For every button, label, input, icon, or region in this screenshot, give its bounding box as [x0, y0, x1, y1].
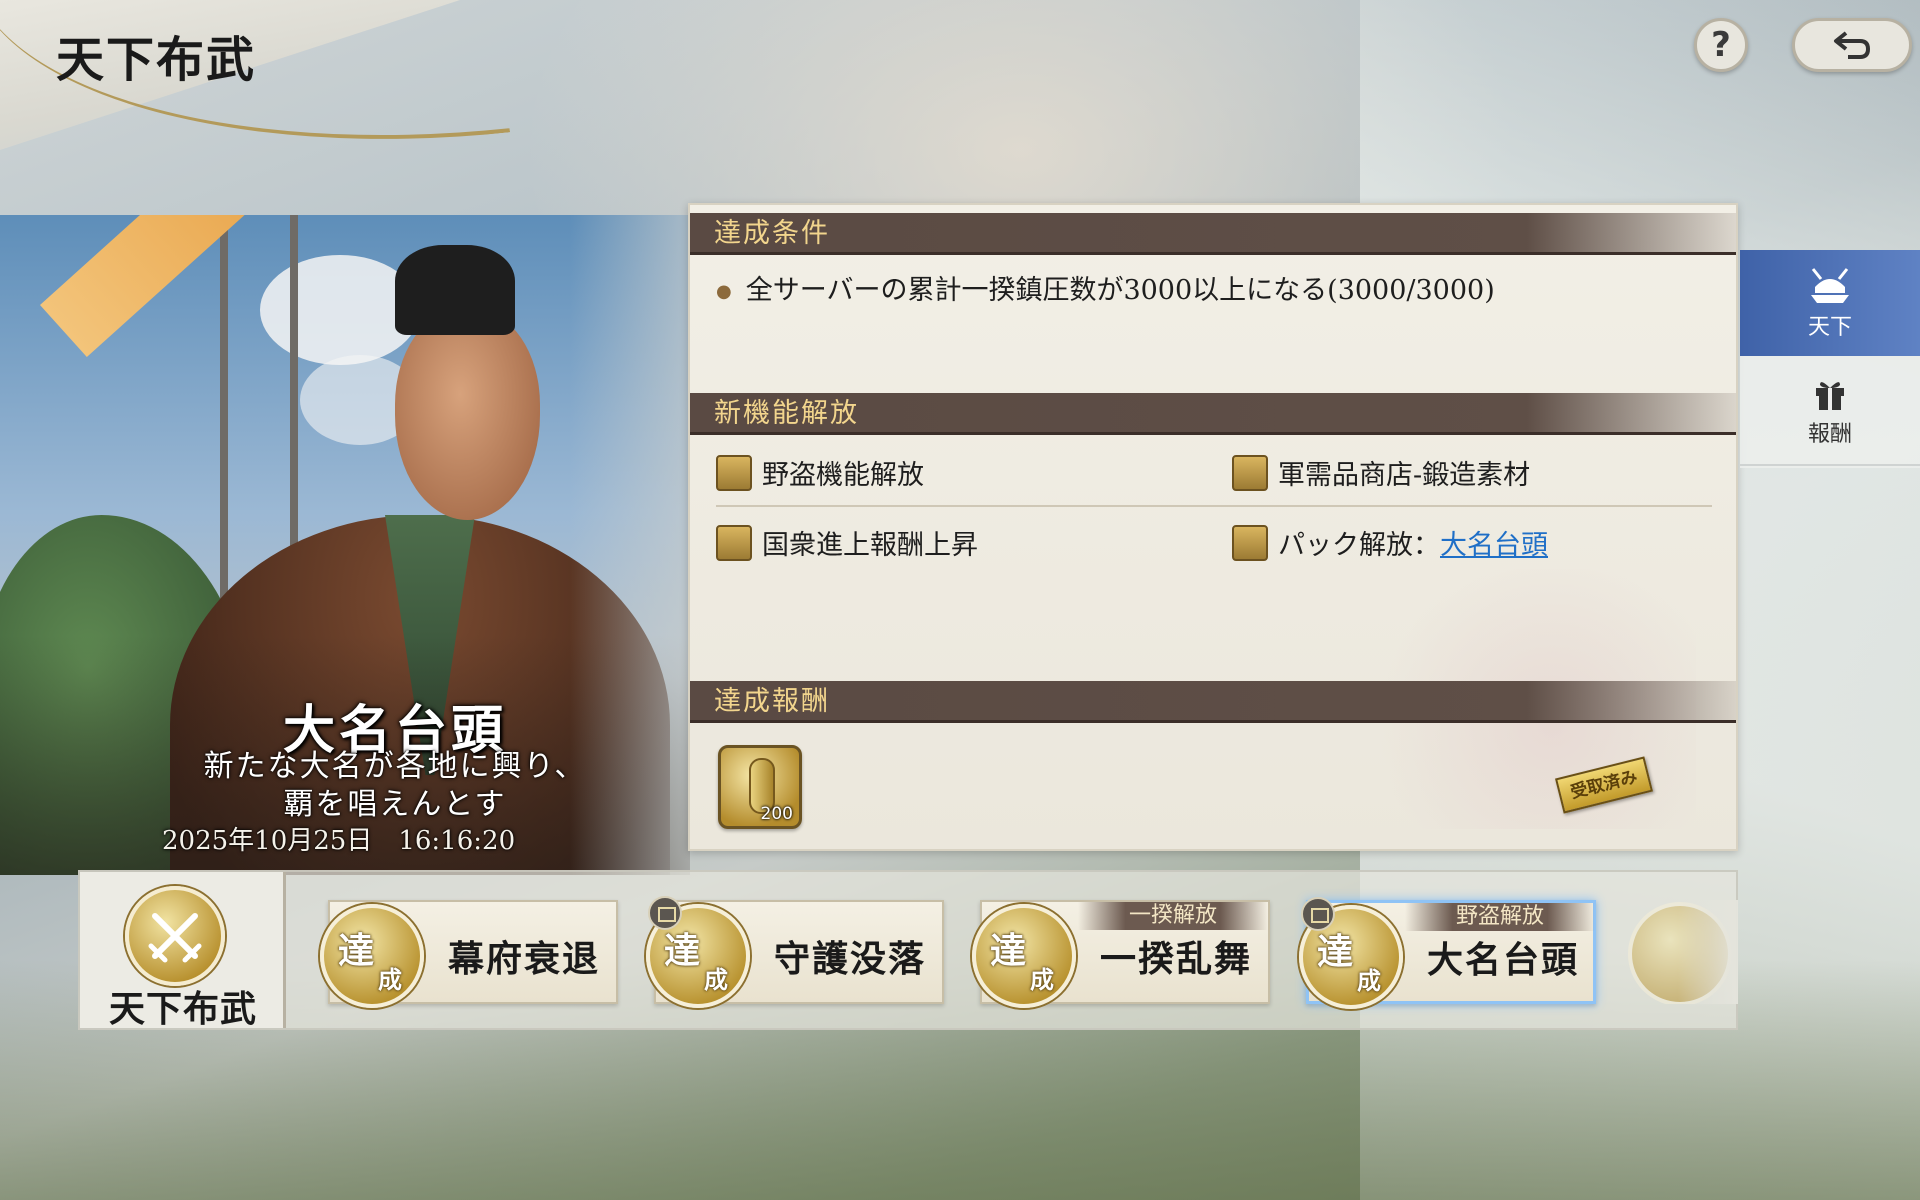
stage-tag: 一揆解放 [1078, 902, 1268, 930]
tab-reward[interactable]: 報酬 [1740, 360, 1920, 466]
condition-line: ● 全サーバーの累計一揆鎮圧数が3000以上になる(3000/3000) [716, 268, 1495, 307]
stage-bar: 天下布武 達 成 幕府衰退 達 成 守護没落 一揆解放 達 成 一揆乱舞 野盗解… [78, 870, 1738, 1030]
pack-icon [1301, 897, 1335, 931]
condition-header: 達成条件 [690, 213, 1736, 255]
badge-top: 達 [1317, 931, 1354, 973]
badge-top: 達 [990, 930, 1027, 972]
stage-card[interactable]: 一揆解放 達 成 一揆乱舞 [972, 900, 1270, 1008]
kabuto-icon [1811, 268, 1849, 303]
feature-item: 軍需品商店-鍛造素材 [1232, 453, 1530, 492]
badge-bottom: 成 [704, 965, 728, 994]
achievement-panel: 達成条件 ● 全サーバーの累計一揆鎮圧数が3000以上になる(3000/3000)… [688, 203, 1738, 851]
feature-label: 野盗機能解放 [762, 460, 924, 491]
feature-item: 国衆進上報酬上昇 [716, 523, 978, 562]
hero-date: 2025年10月25日 16:16:20 [162, 826, 516, 856]
hero-desc-line2: 覇を唱えんとす [283, 787, 507, 822]
reward-item[interactable]: 200 [718, 745, 802, 829]
feature-item: パック解放： 大名台頭 [1232, 523, 1548, 562]
back-button[interactable] [1792, 18, 1912, 72]
feature-label: パック解放： [1278, 530, 1440, 561]
badge-top: 達 [664, 930, 701, 972]
pack-icon [1232, 524, 1268, 561]
badge-bottom: 成 [378, 965, 402, 994]
home-tile[interactable]: 天下布武 [80, 872, 286, 1030]
stage-name: 一揆乱舞 [1099, 938, 1252, 980]
achieved-badge: 達 成 [320, 904, 424, 1008]
crossed-swords-icon [125, 886, 225, 986]
tab-label: 報酬 [1807, 422, 1852, 447]
reward-header: 達成報酬 [690, 681, 1736, 723]
bandit-icon [716, 454, 752, 491]
help-button[interactable]: ? [1694, 18, 1748, 72]
pack-icon [648, 896, 682, 930]
reward-quantity: 200 [760, 804, 793, 824]
hero-desc-line1: 新たな大名が各地に興り、 [203, 749, 587, 784]
home-label: 天下布武 [108, 988, 257, 1030]
stage-card[interactable]: 達 成 守護没落 [646, 896, 944, 1008]
badge-top: 達 [338, 930, 375, 972]
features-header: 新機能解放 [690, 393, 1736, 435]
tribute-icon [716, 524, 752, 561]
hero-description: 新たな大名が各地に興り、 覇を唱えんとす [0, 748, 790, 824]
achieved-badge: 達 成 [972, 904, 1076, 1008]
stage-card-current[interactable]: 野盗解放 達 成 大名台頭 [1299, 897, 1596, 1009]
feature-label: 軍需品商店-鍛造素材 [1278, 460, 1531, 491]
stage-name: 幕府衰退 [447, 938, 600, 980]
side-tabs: 天下 報酬 [1740, 250, 1920, 468]
stage-card-partial[interactable] [1628, 900, 1738, 1004]
tab-tenka[interactable]: 天下 [1740, 250, 1920, 356]
feature-item: 野盗機能解放 [716, 453, 924, 492]
back-arrow-icon [1834, 31, 1871, 59]
badge-bottom: 成 [1357, 966, 1381, 995]
tab-label: 天下 [1807, 315, 1852, 340]
badge-bottom: 成 [1030, 965, 1054, 994]
pack-link[interactable]: 大名台頭 [1440, 523, 1548, 562]
stage-tag: 野盗解放 [1405, 903, 1595, 931]
feature-divider [716, 505, 1712, 507]
stage-card[interactable]: 達 成 幕府衰退 [320, 900, 618, 1008]
stage-name: 大名台頭 [1426, 939, 1579, 981]
page-title: 天下布武 [56, 32, 257, 88]
shop-icon [1232, 454, 1268, 491]
bullet-icon: ● [716, 281, 732, 302]
stage-name: 守護没落 [773, 938, 926, 980]
feature-label: 国衆進上報酬上昇 [762, 530, 978, 561]
gift-icon [1816, 382, 1844, 410]
help-icon: ? [1711, 25, 1731, 65]
condition-text: 全サーバーの累計一揆鎮圧数が3000以上になる(3000/3000) [745, 275, 1495, 306]
